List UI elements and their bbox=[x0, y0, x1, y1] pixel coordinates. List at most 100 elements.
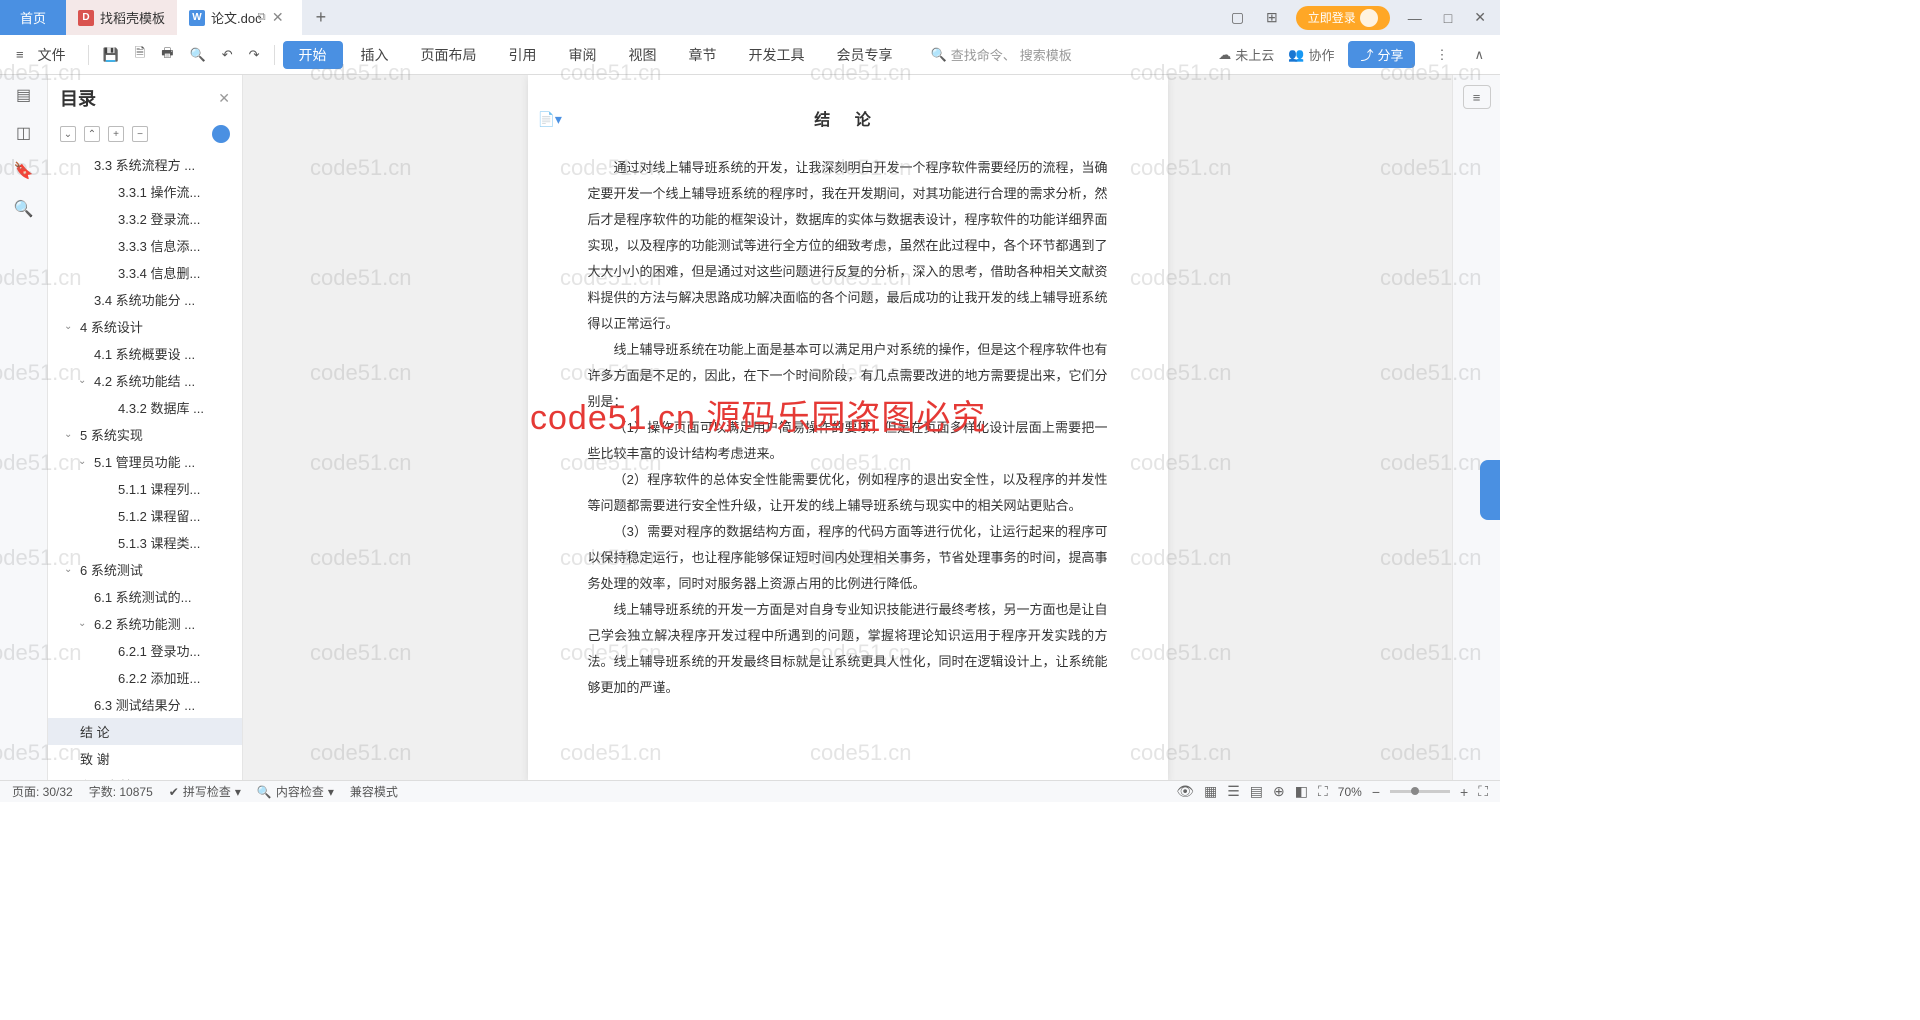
toc-label: 6.2.1 登录功... bbox=[118, 641, 200, 660]
more-icon[interactable]: ⋮ bbox=[1429, 47, 1454, 63]
menu-icon[interactable]: ≡ bbox=[10, 43, 30, 66]
layers-icon[interactable]: ◫ bbox=[14, 123, 34, 143]
cloud-status[interactable]: ☁ 未上云 bbox=[1218, 45, 1274, 64]
toc-item[interactable]: ⌄6.2 系统功能测 ... bbox=[48, 610, 242, 637]
menu-view[interactable]: 视图 bbox=[615, 41, 671, 69]
remove-icon[interactable]: − bbox=[132, 126, 148, 142]
toc-item[interactable]: 5.1.2 课程留... bbox=[48, 502, 242, 529]
sidebar-close-icon[interactable]: ✕ bbox=[218, 90, 230, 107]
toc-item[interactable]: 6.2.1 登录功... bbox=[48, 637, 242, 664]
menu-member[interactable]: 会员专享 bbox=[823, 41, 907, 69]
chevron-down-icon: ⌄ bbox=[64, 564, 76, 575]
toc-item[interactable]: 结 论 bbox=[48, 718, 242, 745]
toc-item[interactable]: ⌄4 系统设计 bbox=[48, 313, 242, 340]
menu-pagelayout[interactable]: 页面布局 bbox=[407, 41, 491, 69]
toc-item[interactable]: 致 谢 bbox=[48, 745, 242, 772]
search-area[interactable]: 🔍 查找命令、 搜索模板 bbox=[931, 45, 1072, 64]
add-icon[interactable]: + bbox=[108, 126, 124, 142]
undo-icon[interactable]: ↶ bbox=[216, 43, 239, 67]
view-focus-icon[interactable]: ◧ bbox=[1295, 783, 1308, 800]
share-button[interactable]: ⤴ 分享 bbox=[1348, 41, 1415, 68]
fullscreen-icon[interactable]: ⛶ bbox=[1478, 783, 1488, 800]
titlebar-right: ▢ ⊞ 立即登录 — □ ✕ bbox=[1227, 6, 1500, 30]
toc-label: 3.3.4 信息删... bbox=[118, 263, 200, 282]
view-outline-icon[interactable]: ☰ bbox=[1227, 783, 1240, 800]
content-check-button[interactable]: 🔍内容检查 ▾ bbox=[257, 783, 334, 800]
menu-start[interactable]: 开始 bbox=[283, 41, 343, 69]
spellcheck-button[interactable]: ✔拼写检查 ▾ bbox=[169, 783, 241, 800]
collab-button[interactable]: 👥 协作 bbox=[1288, 45, 1334, 64]
print-icon[interactable]: 🖶 bbox=[155, 40, 179, 70]
expand-icon[interactable]: ∧ bbox=[1468, 47, 1490, 63]
toc-item[interactable]: ⌄5 系统实现 bbox=[48, 421, 242, 448]
page-actions-icon[interactable]: 📄▾ bbox=[538, 105, 562, 133]
toc-item[interactable]: ⌄5.1 管理员功能 ... bbox=[48, 448, 242, 475]
layout-icon[interactable]: ▢ bbox=[1227, 9, 1248, 26]
zoom-out-icon[interactable]: − bbox=[1372, 784, 1380, 800]
view-page-icon[interactable]: ▦ bbox=[1204, 783, 1217, 800]
toc-item[interactable]: ⌄6 系统测试 bbox=[48, 556, 242, 583]
search-panel-icon[interactable]: 🔍 bbox=[14, 199, 34, 219]
print-preview-icon[interactable]: 🗎 bbox=[129, 40, 151, 70]
new-tab-button[interactable]: + bbox=[302, 7, 341, 28]
ai-icon[interactable] bbox=[212, 125, 230, 143]
panel-toggle-icon[interactable]: ≡ bbox=[1463, 85, 1491, 109]
ribbon: ≡ 文件 💾 🗎 🖶 🔍 ↶ ↷ 开始 插入 页面布局 引用 审阅 视图 章节 … bbox=[0, 35, 1500, 75]
toc-item[interactable]: 参考文献 bbox=[48, 772, 242, 780]
compat-mode[interactable]: 兼容模式 bbox=[350, 783, 398, 800]
toc-item[interactable]: 5.1.1 课程列... bbox=[48, 475, 242, 502]
toc-item[interactable]: 6.1 系统测试的... bbox=[48, 583, 242, 610]
menu-insert[interactable]: 插入 bbox=[347, 41, 403, 69]
toc-item[interactable]: 3.4 系统功能分 ... bbox=[48, 286, 242, 313]
file-menu[interactable]: 文件 bbox=[34, 41, 80, 69]
toc-item[interactable]: 3.3.1 操作流... bbox=[48, 178, 242, 205]
view-read-icon[interactable]: ⊕ bbox=[1273, 783, 1285, 800]
login-button[interactable]: 立即登录 bbox=[1296, 6, 1390, 30]
toc-item[interactable]: ⌄4.2 系统功能结 ... bbox=[48, 367, 242, 394]
toc-label: 5.1.1 课程列... bbox=[118, 479, 200, 498]
menu-sections[interactable]: 章节 bbox=[675, 41, 731, 69]
zoom-slider[interactable] bbox=[1390, 790, 1450, 793]
minimize-button[interactable]: — bbox=[1404, 10, 1426, 26]
tab-home[interactable]: 首页 bbox=[0, 0, 66, 35]
zoom-in-icon[interactable]: + bbox=[1460, 784, 1468, 800]
document-area[interactable]: 📄▾ 结 论 通过对线上辅导班系统的开发，让我深刻明白开发一个程序软件需要经历的… bbox=[243, 75, 1452, 780]
toc-item[interactable]: 3.3.2 登录流... bbox=[48, 205, 242, 232]
save-icon[interactable]: 💾 bbox=[97, 43, 125, 67]
zoom-icon[interactable]: 🔍 bbox=[184, 43, 212, 67]
toc-item[interactable]: 3.3.3 信息添... bbox=[48, 232, 242, 259]
toc-item[interactable]: 3.3.4 信息删... bbox=[48, 259, 242, 286]
external-icon[interactable]: ⧉ bbox=[258, 11, 266, 24]
word-icon: W bbox=[189, 10, 205, 26]
apps-icon[interactable]: ⊞ bbox=[1262, 9, 1282, 26]
menu-references[interactable]: 引用 bbox=[495, 41, 551, 69]
toc-item[interactable]: 4.3.2 数据库 ... bbox=[48, 394, 242, 421]
maximize-button[interactable]: □ bbox=[1440, 10, 1456, 26]
toc-label: 5.1 管理员功能 ... bbox=[94, 452, 195, 471]
collapse-all-icon[interactable]: ⌄ bbox=[60, 126, 76, 142]
toc-item[interactable]: 6.2.2 添加班... bbox=[48, 664, 242, 691]
menu-review[interactable]: 审阅 bbox=[555, 41, 611, 69]
word-count[interactable]: 字数: 10875 bbox=[89, 783, 153, 800]
tab-label: 论文.doc bbox=[211, 8, 262, 27]
zoom-fit-icon[interactable]: ⛶ bbox=[1318, 783, 1328, 800]
toc-item[interactable]: 4.1 系统概要设 ... bbox=[48, 340, 242, 367]
bookmark-icon[interactable]: 🔖 bbox=[14, 161, 34, 181]
close-button[interactable]: ✕ bbox=[1470, 9, 1490, 26]
close-icon[interactable]: ✕ bbox=[272, 9, 284, 26]
tab-template[interactable]: D 找稻壳模板 bbox=[66, 0, 177, 35]
search-icon: 🔍 bbox=[931, 47, 947, 63]
menu-devtools[interactable]: 开发工具 bbox=[735, 41, 819, 69]
toc-item[interactable]: 5.1.3 课程类... bbox=[48, 529, 242, 556]
toc-item[interactable]: 3.3 系统流程方 ... bbox=[48, 151, 242, 178]
outline-icon[interactable]: ▤ bbox=[14, 85, 34, 105]
redo-icon[interactable]: ↷ bbox=[243, 43, 266, 67]
tab-document[interactable]: W 论文.doc ⧉ ✕ bbox=[177, 0, 302, 35]
view-web-icon[interactable]: ▤ bbox=[1250, 783, 1263, 800]
zoom-level[interactable]: 70% bbox=[1338, 785, 1362, 799]
eye-icon[interactable]: 👁 bbox=[1176, 783, 1194, 800]
page-indicator[interactable]: 页面: 30/32 bbox=[12, 783, 73, 800]
toc-item[interactable]: 6.3 测试结果分 ... bbox=[48, 691, 242, 718]
expand-all-icon[interactable]: ⌃ bbox=[84, 126, 100, 142]
side-tab[interactable] bbox=[1480, 460, 1500, 520]
